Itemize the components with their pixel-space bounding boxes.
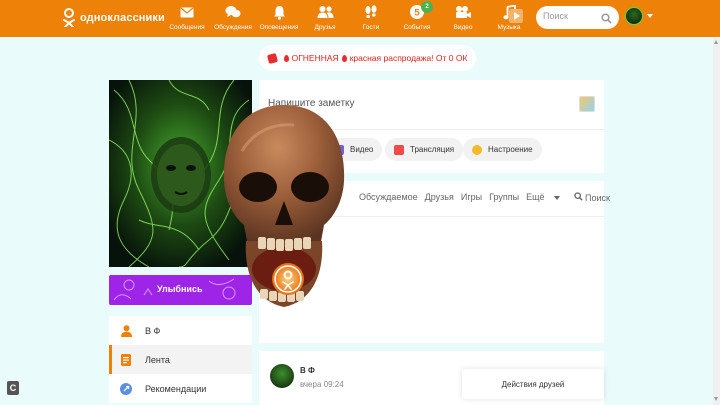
search-input[interactable]: Поиск <box>536 6 619 29</box>
promo-banner[interactable]: ОГНЕННАЯ красная распродажа! От 0 ОК <box>259 45 476 71</box>
nav-notifications[interactable]: Оповещения <box>256 3 302 31</box>
nav-label: Видео <box>453 24 473 31</box>
smile-label: Улыбнись <box>157 284 203 294</box>
nav-events[interactable]: 5 2 События <box>394 1 440 31</box>
left-menu-label: В Ф <box>145 325 161 336</box>
fire-drop-icon <box>341 54 347 62</box>
gift-icon <box>266 52 278 64</box>
tab-friends[interactable]: Друзья <box>425 192 454 203</box>
chevron-down-icon <box>553 195 560 200</box>
logo-text: одноклассники <box>80 12 165 24</box>
nav-guests[interactable]: Гости <box>348 3 394 31</box>
feed-icon <box>120 353 132 366</box>
nav-label: Друзья <box>314 24 336 31</box>
video-camera-icon <box>454 3 472 21</box>
fire-drop-icon <box>283 54 289 62</box>
composer-mood-button[interactable]: Настроение <box>463 138 542 161</box>
envelope-icon <box>178 3 196 21</box>
promo-text-prefix: ОГНЕННАЯ <box>291 53 339 63</box>
chat-bubbles-icon <box>224 3 242 21</box>
search-icon <box>601 11 612 29</box>
music-play-button[interactable] <box>509 9 523 23</box>
composer-action-label: Настроение <box>488 145 533 154</box>
promo-text-suffix: красная распродажа! От 0 ОК <box>349 53 468 63</box>
nav-label: Обсуждения <box>214 24 252 31</box>
nav-label: События <box>403 24 431 31</box>
feed-tabs: Обсуждаемое Друзья Игры Группы Ещё Поиск <box>359 192 624 203</box>
left-menu-label: Лента <box>145 354 170 365</box>
broadcast-icon <box>394 144 404 155</box>
ok-logo-icon <box>62 8 76 28</box>
main-nav: Сообщения Обсуждения Оповещения Друзья Г… <box>164 1 532 31</box>
mood-icon <box>472 144 482 155</box>
recommendations-icon <box>120 382 132 395</box>
nav-label: Сообщения <box>169 24 205 31</box>
bell-icon <box>270 3 288 21</box>
post-author-avatar[interactable] <box>270 364 294 388</box>
friends-icon <box>316 3 334 21</box>
left-menu-item-recommendations[interactable]: Рекомендации <box>109 374 252 403</box>
corner-c-icon[interactable]: C <box>7 381 19 395</box>
friends-actions-label: Действия друзей <box>501 379 565 389</box>
nav-discussions[interactable]: Обсуждения <box>210 3 256 31</box>
tab-more-label: Ещё <box>526 192 545 202</box>
scroll-down-icon[interactable] <box>714 397 718 401</box>
nav-label: Музыка <box>497 24 521 31</box>
add-photo-icon[interactable] <box>579 96 595 112</box>
user-icon <box>120 324 132 337</box>
nav-friends[interactable]: Друзья <box>302 3 348 31</box>
nav-video[interactable]: Видео <box>440 3 486 31</box>
nav-messages[interactable]: Сообщения <box>164 3 210 31</box>
vertical-scrollbar[interactable] <box>713 38 720 405</box>
post-author-name[interactable]: В Ф <box>300 366 315 375</box>
nav-label: Оповещения <box>259 24 299 31</box>
tab-groups[interactable]: Группы <box>489 192 519 203</box>
search-placeholder: Поиск <box>543 11 568 21</box>
left-menu-item-feed[interactable]: Лента <box>109 345 252 374</box>
top-bar: одноклассники Сообщения Обсуждения Опове… <box>0 0 720 37</box>
friends-actions-button[interactable]: Действия друзей <box>462 369 604 399</box>
post-timestamp: вчера 09:24 <box>300 380 344 389</box>
tab-search[interactable]: Поиск <box>573 192 617 203</box>
composer-broadcast-button[interactable]: Трансляция <box>385 138 464 161</box>
nav-label: Гости <box>362 24 380 31</box>
composer-action-label: Трансляция <box>410 145 455 154</box>
tab-search-label: Поиск <box>585 193 610 203</box>
skull-sticker-overlay <box>214 101 354 331</box>
tab-discussed[interactable]: Обсуждаемое <box>359 192 418 203</box>
tab-games[interactable]: Игры <box>461 192 482 203</box>
footprints-icon <box>362 3 380 21</box>
scroll-up-icon[interactable] <box>714 40 718 44</box>
left-menu-label: Рекомендации <box>145 383 207 394</box>
events-badge: 2 <box>421 1 433 13</box>
events-counter: 5 <box>414 8 420 19</box>
user-avatar[interactable] <box>625 7 643 25</box>
search-icon <box>573 192 583 201</box>
chevron-down-icon[interactable] <box>647 14 653 18</box>
tab-more[interactable]: Ещё <box>526 192 566 203</box>
logo[interactable]: одноклассники <box>62 8 165 28</box>
